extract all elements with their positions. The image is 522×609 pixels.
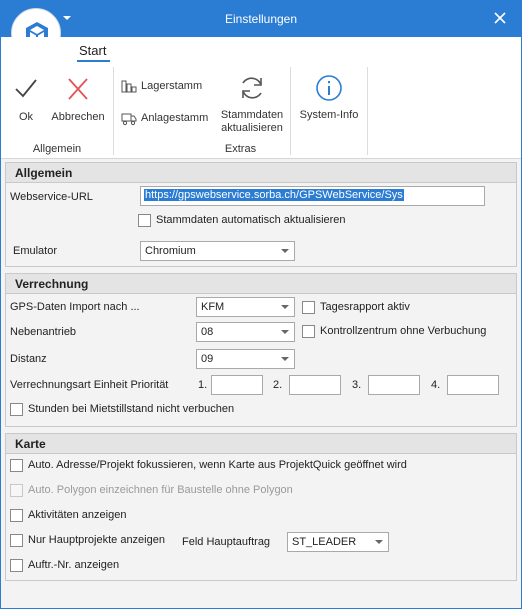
info-icon [316, 75, 342, 101]
checkbox-box [10, 459, 23, 472]
quick-access-dropdown-icon[interactable] [63, 15, 71, 21]
chevron-down-icon [281, 305, 289, 309]
prio-3-input[interactable] [368, 375, 420, 395]
emulator-label: Emulator [13, 245, 58, 257]
checkmark-icon [15, 79, 37, 98]
checkbox-box [302, 301, 315, 314]
ribbon-separator [290, 67, 291, 155]
auto-update-checkbox[interactable]: Stammdaten automatisch aktualisieren [138, 213, 378, 229]
prio-3-label: 3. [352, 379, 362, 391]
prio-1-input[interactable] [211, 375, 263, 395]
feld-hauptauftrag-label: Feld Hauptauftrag [182, 536, 271, 548]
hauptprojekte-label: Nur Hauptprojekte anzeigen [28, 534, 165, 546]
prio-2-input[interactable] [289, 375, 341, 395]
hauptprojekte-checkbox[interactable]: Nur Hauptprojekte anzeigen [10, 533, 170, 549]
stunden-mietstillstand-checkbox[interactable]: Stunden bei Mietstillstand nicht verbuch… [10, 402, 250, 418]
window-title: Einstellungen [224, 12, 298, 26]
lagerstamm-label: Lagerstamm [141, 80, 203, 92]
tab-start-underline [77, 60, 110, 62]
system-info-label: System-Info [299, 109, 359, 121]
ribbon-separator [367, 67, 368, 155]
kontrollzentrum-label: Kontrollzentrum ohne Verbuchung [320, 325, 487, 337]
anlagestamm-button[interactable]: Anlagestamm [121, 110, 211, 128]
webservice-url-value: https://gpswebservice.sorba.ch/GPSWebSer… [144, 189, 404, 201]
stunden-mietstillstand-label: Stunden bei Mietstillstand nicht verbuch… [28, 403, 235, 415]
refresh-icon [242, 77, 262, 99]
ribbon-separator [113, 67, 114, 155]
checkbox-box [138, 214, 151, 227]
warehouse-icon [121, 80, 137, 93]
prio-2-label: 2. [273, 379, 283, 391]
lagerstamm-button[interactable]: Lagerstamm [121, 78, 211, 96]
gps-import-label: GPS-Daten Import nach ... [10, 301, 140, 313]
chevron-down-icon [281, 249, 289, 253]
group-label-extras: Extras [224, 143, 257, 155]
webservice-url-input[interactable]: https://gpswebservice.sorba.ch/GPSWebSer… [140, 186, 485, 206]
chevron-down-icon [375, 540, 383, 544]
distanz-label: Distanz [10, 353, 47, 365]
section-heading-karte: Karte [6, 434, 516, 454]
section-heading-verrechnung: Verrechnung [6, 274, 516, 294]
checkbox-box [10, 403, 23, 416]
auto-polygon-checkbox: Auto. Polygon einzeichnen für Baustelle … [10, 483, 300, 499]
kontrollzentrum-checkbox[interactable]: Kontrollzentrum ohne Verbuchung [302, 324, 502, 340]
auto-adresse-checkbox[interactable]: Auto. Adresse/Projekt fokussieren, wenn … [10, 458, 415, 474]
webservice-url-label: Webservice-URL [10, 191, 93, 203]
distanz-value: 09 [201, 353, 214, 365]
prioritaet-label: Verrechnungsart Einheit Priorität [10, 379, 169, 391]
nebenantrieb-value: 08 [201, 326, 214, 338]
group-label-allgemein: Allgemein [32, 143, 82, 155]
truck-icon [121, 113, 137, 126]
ok-button[interactable]: Ok [11, 75, 41, 124]
gps-import-value: KFM [201, 301, 225, 313]
emulator-value: Chromium [145, 245, 196, 257]
ok-label: Ok [18, 111, 34, 123]
checkbox-box [10, 484, 23, 497]
auto-update-label: Stammdaten automatisch aktualisieren [156, 214, 346, 226]
prio-4-label: 4. [431, 379, 441, 391]
aktivitaeten-label: Aktivitäten anzeigen [28, 509, 127, 521]
system-info-button[interactable]: System-Info [295, 73, 363, 122]
section-heading-allgemein: Allgemein [6, 163, 516, 183]
auftr-nr-checkbox[interactable]: Auftr.-Nr. anzeigen [10, 558, 140, 574]
settings-window: Einstellungen Start Ok Abbrechen Allgeme… [0, 0, 522, 609]
nebenantrieb-label: Nebenantrieb [10, 326, 77, 338]
stammdaten-label-line1: Stammdaten [220, 109, 284, 121]
aktivitaeten-checkbox[interactable]: Aktivitäten anzeigen [10, 508, 140, 524]
tab-start[interactable]: Start [79, 43, 106, 58]
auftr-nr-label: Auftr.-Nr. anzeigen [28, 559, 120, 571]
close-icon [494, 12, 506, 24]
auto-adresse-label: Auto. Adresse/Projekt fokussieren, wenn … [28, 459, 407, 471]
prio-4-input[interactable] [447, 375, 499, 395]
cancel-x-icon [68, 78, 88, 100]
checkbox-box [10, 509, 23, 522]
checkbox-box [10, 534, 23, 547]
stammdaten-label-line2: aktualisieren [221, 122, 283, 134]
chevron-down-icon [281, 357, 289, 361]
cancel-button[interactable]: Abbrechen [49, 75, 107, 124]
ribbon: Start Ok Abbrechen Allgemein Lagerstamm [1, 37, 521, 159]
checkbox-box [302, 325, 315, 338]
auto-polygon-label: Auto. Polygon einzeichnen für Baustelle … [28, 484, 293, 496]
anlagestamm-label: Anlagestamm [141, 112, 209, 124]
tagesrapport-label: Tagesrapport aktiv [320, 301, 410, 313]
feld-hauptauftrag-value: ST_LEADER [292, 536, 357, 548]
tagesrapport-checkbox[interactable]: Tagesrapport aktiv [302, 300, 432, 316]
distanz-select[interactable]: 09 [196, 349, 295, 369]
gps-import-select[interactable]: KFM [196, 297, 295, 317]
title-bar: Einstellungen [1, 1, 521, 37]
chevron-down-icon [281, 330, 289, 334]
emulator-select[interactable]: Chromium [140, 241, 295, 261]
nebenantrieb-select[interactable]: 08 [196, 322, 295, 342]
stammdaten-aktualisieren-button[interactable]: Stammdaten aktualisieren [217, 73, 287, 135]
feld-hauptauftrag-select[interactable]: ST_LEADER [287, 532, 389, 552]
close-button[interactable] [489, 7, 511, 29]
checkbox-box [10, 559, 23, 572]
prio-1-label: 1. [198, 379, 208, 391]
cancel-label: Abbrechen [51, 111, 105, 123]
